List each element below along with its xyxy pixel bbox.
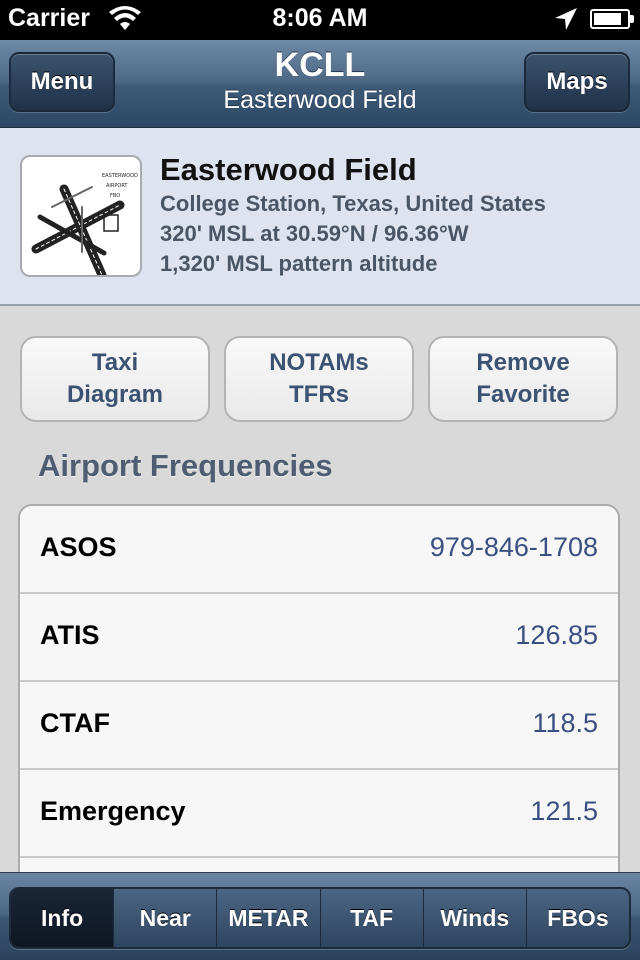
airport-code-title: KCLL (274, 46, 366, 84)
navigation-bar: Menu KCLL Easterwood Field Maps (0, 40, 640, 128)
favorite-label-line2: Favorite (476, 381, 570, 408)
airport-header: EASTERWOOD AIRPORT FBO Easterwood Field … (0, 128, 640, 306)
frequency-value[interactable]: 979-846-1708 (430, 532, 598, 563)
frequencies-section-title: Airport Frequencies (38, 448, 333, 483)
diagram-label-1: EASTERWOOD (102, 173, 138, 179)
frequency-row-ctaf[interactable]: CTAF 118.5 (20, 682, 618, 770)
frequency-label: Emergency (40, 796, 186, 826)
notams-label-line2: TFRs (289, 381, 349, 408)
battery-level (594, 13, 622, 25)
remove-favorite-button[interactable]: Remove Favorite (428, 336, 618, 422)
location-arrow-icon (555, 8, 577, 30)
tab-segmented-control: Info Near METAR TAF Winds FBOs (9, 887, 631, 949)
taxi-diagram-label-line2: Diagram (66, 381, 164, 408)
frequency-row-emergency[interactable]: Emergency 121.5 (20, 770, 618, 858)
frequency-row-atis[interactable]: ATIS 126.85 (20, 594, 618, 682)
tab-bar: Info Near METAR TAF Winds FBOs (0, 872, 640, 960)
diagram-label-3: FBO (110, 193, 120, 199)
battery-icon (590, 9, 634, 29)
frequency-value: 118.5 (532, 708, 598, 738)
notams-tfrs-button[interactable]: NOTAMs TFRs (224, 336, 414, 422)
menu-button[interactable]: Menu (9, 52, 115, 112)
frequency-value: 121.5 (530, 796, 598, 826)
clock: 8:06 AM (272, 4, 368, 32)
tab-info[interactable]: Info (11, 889, 114, 947)
frequencies-table: ASOS 979-846-1708 ATIS 126.85 CTAF 118.5… (18, 504, 620, 884)
airport-elevation: 320' MSL at 30.59°N / 96.36°W (160, 221, 469, 246)
maps-button[interactable]: Maps (524, 52, 630, 112)
frequency-label: ASOS (40, 532, 117, 562)
favorite-label-line1: Remove (476, 349, 570, 376)
frequency-value: 126.85 (515, 620, 598, 650)
status-bar: Carrier 8:06 AM (0, 0, 640, 40)
tab-taf[interactable]: TAF (319, 889, 423, 947)
airport-diagram-thumbnail[interactable]: EASTERWOOD AIRPORT FBO (20, 155, 142, 277)
notams-label-line1: NOTAMs (269, 349, 369, 376)
airport-location: College Station, Texas, United States (160, 191, 546, 216)
airport-name-subtitle: Easterwood Field (223, 86, 417, 114)
tab-metar[interactable]: METAR (216, 889, 319, 947)
taxi-diagram-button[interactable]: Taxi Diagram (20, 336, 210, 422)
tab-near[interactable]: Near (113, 889, 216, 947)
taxi-diagram-label-line1: Taxi (91, 349, 139, 376)
airport-diagram-icon: EASTERWOOD AIRPORT FBO (31, 173, 138, 275)
frequency-label: ATIS (40, 620, 100, 650)
airport-name: Easterwood Field (160, 152, 417, 187)
tab-winds[interactable]: Winds (422, 889, 526, 947)
frequency-row-asos[interactable]: ASOS 979-846-1708 (20, 506, 618, 594)
pattern-altitude: 1,320' MSL pattern altitude (160, 251, 438, 276)
tab-fbos[interactable]: FBOs (525, 889, 629, 947)
frequency-label: CTAF (40, 708, 110, 738)
diagram-label-2: AIRPORT (106, 183, 128, 189)
